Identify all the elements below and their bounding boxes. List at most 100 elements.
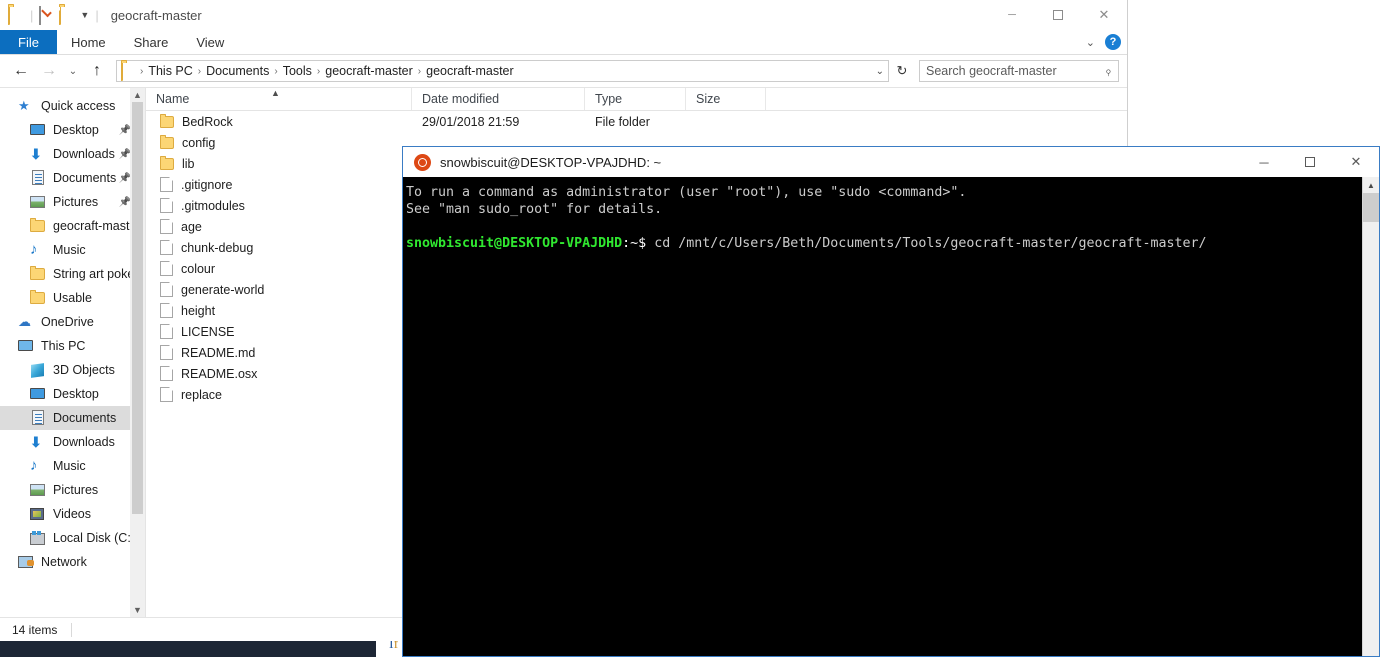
- minimize-button[interactable]: ─: [989, 0, 1035, 30]
- explorer-window-controls[interactable]: ─ ✕: [989, 0, 1127, 30]
- sidebar-item-network[interactable]: Network: [0, 550, 145, 574]
- sidebar-item-label: geocraft-master: [53, 219, 141, 233]
- column-header-type[interactable]: Type: [585, 88, 686, 110]
- network-icon: [18, 554, 35, 570]
- navigation-scrollbar[interactable]: ▲ ▼: [130, 88, 145, 617]
- sidebar-item-usable[interactable]: Usable: [0, 286, 145, 310]
- disk-icon: [30, 530, 47, 546]
- navigation-pane[interactable]: ★ Quick access Desktop 📌 ⬇ Downloads 📌 Document…: [0, 88, 145, 617]
- terminal-prompt-punc: :~$: [622, 236, 655, 251]
- chevron-down-icon[interactable]: ▼: [80, 10, 89, 20]
- breadcrumb[interactable]: › This PC › Documents › Tools › geocraft…: [116, 60, 889, 82]
- forward-button[interactable]: →: [36, 58, 62, 84]
- terminal-screen[interactable]: To run a command as administrator (user …: [403, 177, 1362, 656]
- file-name-label: LICENSE: [181, 324, 235, 339]
- file-icon: [160, 282, 173, 297]
- column-header-name[interactable]: Name ▲: [146, 88, 412, 110]
- search-input[interactable]: Search geocraft-master ⌕: [919, 60, 1119, 82]
- sidebar-item-onedrive[interactable]: ☁ OneDrive: [0, 310, 145, 334]
- terminal-scrollbar[interactable]: ▲: [1362, 177, 1379, 656]
- file-name-label: config: [182, 135, 216, 150]
- up-button[interactable]: ↑: [84, 58, 110, 84]
- sidebar-item-this-pc[interactable]: This PC: [0, 334, 145, 358]
- new-folder-icon[interactable]: [59, 6, 75, 25]
- file-name-label: BedRock: [182, 114, 233, 129]
- refresh-button[interactable]: ↻: [891, 60, 913, 82]
- explorer-titlebar[interactable]: | ▼ | geocraft-master ─ ✕: [0, 0, 1127, 30]
- sidebar-item-string-art-pokem[interactable]: String art pokem: [0, 262, 145, 286]
- tab-home[interactable]: Home: [57, 30, 120, 54]
- sidebar-item-documents[interactable]: Documents: [0, 406, 145, 430]
- close-icon: ✕: [1098, 7, 1110, 22]
- quick-access-toolbar[interactable]: | ▼ |: [0, 6, 101, 25]
- breadcrumb-item-geocraft-master-2[interactable]: geocraft-master: [422, 64, 518, 78]
- sidebar-item-geocraft-master[interactable]: geocraft-master: [0, 214, 145, 238]
- terminal-command: cd /mnt/c/Users/Beth/Documents/Tools/geo…: [654, 236, 1207, 251]
- address-bar[interactable]: ← → ⌄ ↑ › This PC › Documents › Tools › …: [0, 55, 1127, 87]
- folder-icon[interactable]: [8, 6, 24, 25]
- terminal-titlebar[interactable]: snowbiscuit@DESKTOP-VPAJDHD: ~ ─ ✕: [403, 147, 1379, 177]
- sidebar-item-desktop[interactable]: Desktop 📌: [0, 118, 145, 142]
- properties-icon[interactable]: [39, 6, 55, 25]
- column-header-size[interactable]: Size: [686, 88, 766, 110]
- ribbon-tabs[interactable]: File Home Share View ⌄ ?: [0, 30, 1127, 55]
- sidebar-item-downloads[interactable]: ⬇ Downloads: [0, 430, 145, 454]
- sidebar-item-videos[interactable]: Videos: [0, 502, 145, 526]
- sidebar-item-pictures[interactable]: Pictures 📌: [0, 190, 145, 214]
- table-row[interactable]: BedRock 29/01/2018 21:59 File folder: [146, 111, 1127, 132]
- sidebar-item-label: Pictures: [53, 483, 99, 497]
- back-button[interactable]: ←: [8, 58, 34, 84]
- file-icon: [160, 324, 173, 339]
- terminal-prompt-line: snowbiscuit@DESKTOP-VPAJDHD:~$ cd /mnt/c…: [406, 235, 1362, 252]
- scrollbar-thumb[interactable]: [132, 102, 143, 514]
- breadcrumb-item-documents[interactable]: Documents: [202, 64, 273, 78]
- terminal-scrollbar-thumb[interactable]: [1363, 193, 1379, 222]
- chevron-up-icon[interactable]: ▲: [1363, 177, 1379, 193]
- 3d-objects-icon: [30, 362, 47, 378]
- scroll-down-icon[interactable]: ▼: [133, 603, 142, 617]
- column-headers[interactable]: Name ▲ Date modified Type Size: [146, 88, 1127, 111]
- file-name-cell: age: [146, 219, 412, 234]
- column-header-date-modified[interactable]: Date modified: [412, 88, 585, 110]
- music-icon: ♪: [30, 457, 38, 474]
- close-button[interactable]: ✕: [1081, 0, 1127, 30]
- scroll-up-icon[interactable]: ▲: [133, 88, 142, 102]
- terminal-window[interactable]: snowbiscuit@DESKTOP-VPAJDHD: ~ ─ ✕ To ru…: [402, 146, 1380, 657]
- sidebar-item-music[interactable]: ♪ Music: [0, 454, 145, 478]
- maximize-button[interactable]: [1035, 0, 1081, 30]
- ribbon-right-controls[interactable]: ⌄ ?: [1086, 30, 1121, 54]
- terminal-maximize-button[interactable]: [1287, 147, 1333, 177]
- file-name-cell: README.osx: [146, 366, 412, 381]
- help-icon[interactable]: ?: [1105, 34, 1121, 50]
- sidebar-item-pictures[interactable]: Pictures: [0, 478, 145, 502]
- file-name-cell: .gitignore: [146, 177, 412, 192]
- sidebar-item-3d-objects[interactable]: 3D Objects: [0, 358, 145, 382]
- chevron-down-icon[interactable]: ⌄: [876, 66, 884, 77]
- breadcrumb-item-this-pc[interactable]: This PC: [144, 64, 196, 78]
- search-icon[interactable]: ⌕: [1101, 63, 1116, 78]
- sidebar-item-local-disk-c[interactable]: Local Disk (C:): [0, 526, 145, 550]
- sidebar-item-documents[interactable]: Documents 📌: [0, 166, 145, 190]
- item-count: 14 items: [12, 622, 58, 637]
- chevron-down-icon[interactable]: ⌄: [1086, 36, 1095, 49]
- breadcrumb-item-geocraft-master[interactable]: geocraft-master: [321, 64, 417, 78]
- sidebar-item-label: Quick access: [41, 99, 116, 113]
- file-date-cell: 29/01/2018 21:59: [422, 114, 520, 129]
- tab-share[interactable]: Share: [120, 30, 183, 54]
- terminal-close-button[interactable]: ✕: [1333, 147, 1379, 177]
- terminal-window-controls[interactable]: ─ ✕: [1241, 147, 1379, 177]
- terminal-minimize-button[interactable]: ─: [1241, 147, 1287, 177]
- sidebar-item-quick-access[interactable]: ★ Quick access: [0, 94, 145, 118]
- ubuntu-icon: [414, 153, 431, 171]
- breadcrumb-item-tools[interactable]: Tools: [279, 64, 316, 78]
- folder-icon: [30, 266, 47, 282]
- recent-locations-button[interactable]: ⌄: [64, 58, 82, 84]
- sidebar-item-desktop[interactable]: Desktop: [0, 382, 145, 406]
- file-name-label: colour: [181, 261, 216, 276]
- tab-file[interactable]: File: [0, 30, 57, 54]
- sidebar-item-downloads[interactable]: ⬇ Downloads 📌: [0, 142, 145, 166]
- tab-view[interactable]: View: [182, 30, 238, 54]
- sidebar-item-label: Network: [41, 555, 87, 569]
- sidebar-item-music[interactable]: ♪ Music: [0, 238, 145, 262]
